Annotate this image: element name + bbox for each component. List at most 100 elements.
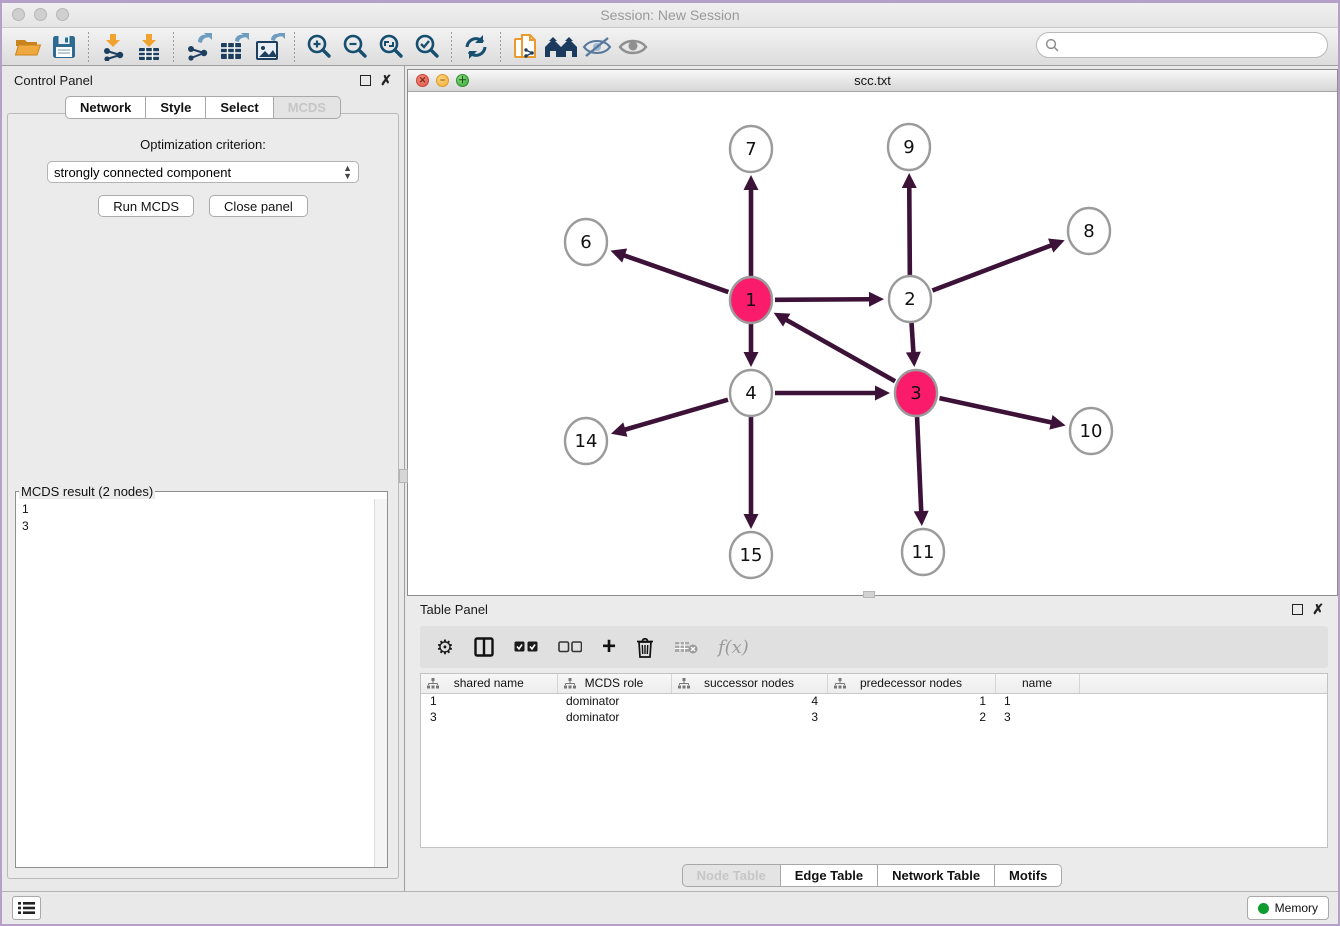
- graph-node-11[interactable]: 11: [902, 529, 944, 575]
- zoom-window-button[interactable]: [56, 8, 69, 21]
- zoom-in-icon[interactable]: [301, 31, 337, 63]
- cell-shared-name[interactable]: 1: [421, 693, 557, 709]
- edge-2-3[interactable]: [912, 323, 914, 354]
- gear-icon[interactable]: ⚙: [436, 634, 454, 660]
- svg-text:9: 9: [903, 137, 914, 158]
- deselect-all-columns-icon[interactable]: [558, 634, 582, 660]
- import-network-icon[interactable]: [95, 31, 131, 63]
- main-toolbar: [2, 28, 1338, 66]
- clone-network-icon[interactable]: [507, 31, 543, 63]
- network-canvas[interactable]: 7 9 6 8 1 2 4 3 14 10 15 11: [408, 92, 1337, 595]
- search-field[interactable]: [1036, 32, 1328, 58]
- edge-4-14[interactable]: [623, 400, 728, 430]
- cell-successor-nodes[interactable]: 4: [671, 693, 827, 709]
- zoom-selected-icon[interactable]: [409, 31, 445, 63]
- import-table-icon[interactable]: [131, 31, 167, 63]
- close-panel-button[interactable]: Close panel: [209, 195, 308, 217]
- tab-motifs[interactable]: Motifs: [995, 864, 1062, 887]
- network-graph[interactable]: 7 9 6 8 1 2 4 3 14 10 15 11: [408, 92, 1340, 595]
- edge-1-6[interactable]: [623, 255, 729, 292]
- column-header-shared-name[interactable]: shared name: [421, 674, 557, 693]
- tab-style[interactable]: Style: [146, 96, 206, 119]
- zoom-out-icon[interactable]: [337, 31, 373, 63]
- column-header-MCDS-role[interactable]: MCDS role: [557, 674, 671, 693]
- show-all-icon[interactable]: [615, 31, 651, 63]
- close-table-panel-icon[interactable]: ✗: [1312, 604, 1324, 615]
- cell-MCDS-role[interactable]: dominator: [557, 693, 671, 709]
- task-history-button[interactable]: [12, 896, 41, 920]
- criterion-select[interactable]: strongly connected component ▲▼: [47, 161, 359, 183]
- minimize-window-button[interactable]: [34, 8, 47, 21]
- export-network-icon[interactable]: [180, 31, 216, 63]
- tab-network-table[interactable]: Network Table: [878, 864, 995, 887]
- column-header-name[interactable]: name: [995, 674, 1079, 693]
- cell-shared-name[interactable]: 3: [421, 709, 557, 725]
- cell-name[interactable]: 1: [995, 693, 1079, 709]
- edge-3-10[interactable]: [939, 398, 1052, 423]
- edge-arrowhead: [744, 175, 759, 190]
- frame-maximize-icon[interactable]: ＋: [456, 74, 469, 87]
- first-neighbors-icon[interactable]: [543, 31, 579, 63]
- graph-node-7[interactable]: 7: [730, 126, 772, 172]
- tab-network[interactable]: Network: [65, 96, 146, 119]
- graph-node-9[interactable]: 9: [888, 124, 930, 170]
- edge-1-2[interactable]: [775, 299, 871, 300]
- select-all-columns-icon[interactable]: [514, 634, 538, 660]
- tab-edge-table[interactable]: Edge Table: [781, 864, 878, 887]
- search-input[interactable]: [1063, 38, 1327, 53]
- frame-close-icon[interactable]: ✕: [416, 74, 429, 87]
- network-window-titlebar[interactable]: ✕ − ＋ scc.txt: [408, 70, 1337, 92]
- graph-node-6[interactable]: 6: [565, 219, 607, 265]
- graph-node-15[interactable]: 15: [730, 532, 772, 578]
- table-row[interactable]: 3dominator323: [421, 709, 1327, 725]
- edge-arrowhead: [906, 352, 921, 367]
- float-panel-icon[interactable]: [360, 75, 371, 86]
- export-image-icon[interactable]: [252, 31, 288, 63]
- graph-node-1[interactable]: 1: [730, 277, 772, 323]
- graph-node-10[interactable]: 10: [1070, 408, 1112, 454]
- add-column-icon[interactable]: +: [602, 634, 616, 660]
- run-mcds-button[interactable]: Run MCDS: [98, 195, 194, 217]
- edge-2-8[interactable]: [932, 245, 1052, 291]
- column-header-predecessor-nodes[interactable]: predecessor nodes: [827, 674, 995, 693]
- split-columns-icon[interactable]: [474, 634, 494, 660]
- cell-MCDS-role[interactable]: dominator: [557, 709, 671, 725]
- apply-layout-icon[interactable]: [458, 31, 494, 63]
- edge-3-11[interactable]: [917, 417, 921, 513]
- graph-node-14[interactable]: 14: [565, 418, 607, 464]
- hide-selected-icon[interactable]: [579, 31, 615, 63]
- memory-button[interactable]: Memory: [1247, 896, 1329, 920]
- cell-predecessor-nodes[interactable]: 2: [827, 709, 995, 725]
- graph-node-4[interactable]: 4: [730, 370, 772, 416]
- result-scrollbar[interactable]: [374, 499, 387, 867]
- cell-successor-nodes[interactable]: 3: [671, 709, 827, 725]
- edge-2-9[interactable]: [909, 186, 910, 275]
- cell-predecessor-nodes[interactable]: 1: [827, 693, 995, 709]
- edge-3-1[interactable]: [785, 319, 895, 381]
- table-row[interactable]: 1dominator411: [421, 693, 1327, 709]
- frame-minimize-icon[interactable]: −: [436, 74, 449, 87]
- save-session-icon[interactable]: [46, 31, 82, 63]
- close-panel-icon[interactable]: ✗: [380, 75, 392, 86]
- zoom-fit-icon[interactable]: [373, 31, 409, 63]
- graph-node-8[interactable]: 8: [1068, 208, 1110, 254]
- cell-name[interactable]: 3: [995, 709, 1079, 725]
- svg-text:15: 15: [740, 545, 763, 566]
- svg-text:10: 10: [1080, 421, 1103, 442]
- column-header-successor-nodes[interactable]: successor nodes: [671, 674, 827, 693]
- horizontal-splitter-grip[interactable]: [863, 591, 875, 598]
- tab-select[interactable]: Select: [206, 96, 273, 119]
- float-table-panel-icon[interactable]: [1292, 604, 1303, 615]
- tab-node-table[interactable]: Node Table: [682, 864, 781, 887]
- criterion-value: strongly connected component: [54, 165, 231, 180]
- graph-node-2[interactable]: 2: [889, 276, 931, 322]
- graph-node-3[interactable]: 3: [895, 370, 937, 416]
- vertical-splitter-grip[interactable]: [399, 469, 408, 483]
- table-panel-title: Table Panel: [420, 602, 488, 617]
- export-table-icon[interactable]: [216, 31, 252, 63]
- open-folder-icon[interactable]: [10, 31, 46, 63]
- table-toolbar: ⚙ + f(x): [420, 626, 1328, 668]
- tab-mcds[interactable]: MCDS: [274, 96, 341, 119]
- delete-column-icon[interactable]: [636, 634, 654, 660]
- close-window-button[interactable]: [12, 8, 25, 21]
